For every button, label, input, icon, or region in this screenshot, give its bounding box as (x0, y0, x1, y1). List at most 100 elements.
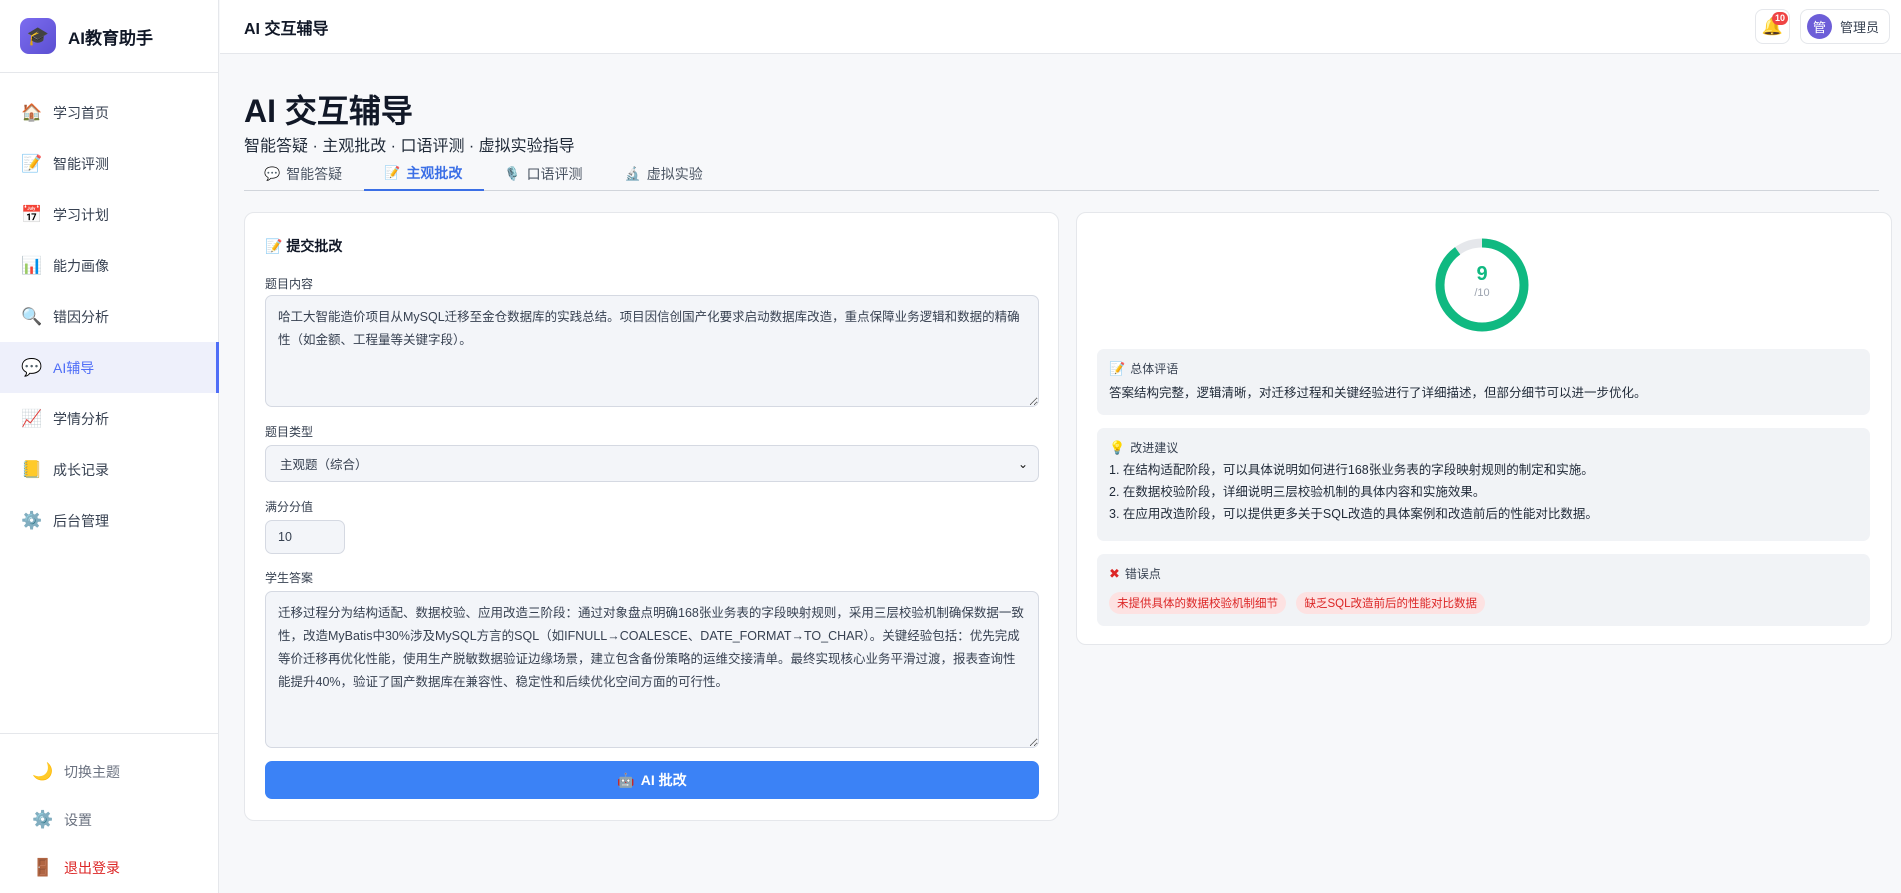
memo-icon: 📝 (384, 165, 401, 180)
toggle-theme-label: 切换主题 (64, 764, 120, 780)
memo-icon: 📝 (265, 238, 283, 254)
chat-bubble-icon: 💬 (21, 357, 43, 377)
brand[interactable]: 🎓 AI教育助手 (0, 0, 218, 73)
student-answer-textarea[interactable]: 迁移过程分为结构适配、数据校验、应用改造三阶段：通过对象盘点明确168张业务表的… (265, 591, 1039, 748)
tab-qa[interactable]: 💬 智能答疑 (244, 157, 364, 191)
microphone-icon: 🎙️ (504, 166, 521, 181)
errors-panel: ✖ 错误点 未提供具体的数据校验机制细节 缺乏SQL改造前后的性能对比数据 (1097, 554, 1870, 626)
score-max: /10 (1474, 287, 1490, 299)
page-title: AI 交互辅导 (244, 93, 413, 129)
tab-label: 虚拟实验 (646, 166, 703, 182)
error-tag: 未提供具体的数据校验机制细节 (1109, 592, 1286, 614)
score-value: 9 (1476, 263, 1488, 285)
question-textarea[interactable]: 哈工大智能造价项目从MySQL迁移至金仓数据库的实践总结。项目因信创国产化要求启… (265, 295, 1039, 407)
error-tag: 缺乏SQL改造前后的性能对比数据 (1296, 592, 1485, 614)
summary-text: 答案结构完整，逻辑清晰，对迁移过程和关键经验进行了详细描述，但部分细节可以进一步… (1109, 386, 1647, 400)
sidebar-item-error-analysis[interactable]: 🔍 错因分析 (0, 291, 218, 342)
bar-chart-icon: 📊 (21, 255, 43, 275)
select-value: 主观题（综合） (280, 458, 368, 472)
tab-oral-assessment[interactable]: 🎙️ 口语评测 (484, 157, 604, 191)
microscope-icon: 🔬 (624, 166, 641, 181)
sidebar-item-label: 智能评测 (53, 155, 109, 172)
lightbulb-icon: 💡 (1109, 439, 1126, 455)
tab-virtual-lab[interactable]: 🔬 虚拟实验 (605, 157, 725, 191)
sidebar-item-profile[interactable]: 📊 能力画像 (0, 240, 218, 291)
memo-icon: 📝 (1109, 360, 1126, 376)
robot-icon: 🤖 (617, 771, 635, 788)
sidebar-footer: 🌙 切换主题 ⚙️ 设置 🚪 退出登录 (0, 733, 219, 893)
memo-icon: 📝 (21, 153, 43, 173)
submit-grading-card: 📝 提交批改 题目内容 哈工大智能造价项目从MySQL迁移至金仓数据库的实践总结… (244, 212, 1059, 821)
line-chart-icon: 📈 (21, 408, 43, 428)
type-label: 题目类型 (265, 425, 314, 439)
suggestions-title: 💡 改进建议 (1109, 439, 1179, 456)
suggestions-list: 1. 在结构适配阶段，可以具体说明如何进行168张业务表的字段映射规则的制定和实… (1109, 459, 1598, 525)
question-label: 题目内容 (265, 277, 314, 291)
sidebar-item-label: 错因分析 (53, 308, 109, 325)
error-tags: 未提供具体的数据校验机制细节 缺乏SQL改造前后的性能对比数据 (1109, 592, 1491, 614)
summary-title: 📝 总体评语 (1109, 360, 1179, 377)
moon-icon: 🌙 (32, 762, 54, 781)
sidebar: 🎓 AI教育助手 🏠 学习首页 📝 智能评测 📅 学习计划 📊 能力画像 🔍 错… (0, 0, 219, 893)
sidebar-item-label: 能力画像 (53, 257, 109, 274)
gear-icon: ⚙️ (21, 510, 43, 530)
ai-grade-label: AI 批改 (640, 772, 687, 788)
tab-subjective-grading[interactable]: 📝 主观批改 (364, 157, 485, 191)
chevron-down-icon: ⌄ (1017, 456, 1028, 471)
sidebar-item-label: 学情分析 (53, 410, 109, 427)
sidebar-item-label: 学习计划 (53, 206, 109, 223)
page-subtitle: 智能答疑 · 主观批改 · 口语评测 · 虚拟实验指导 (244, 138, 575, 155)
toggle-theme-button[interactable]: 🌙 切换主题 (0, 748, 219, 796)
sidebar-item-home[interactable]: 🏠 学习首页 (0, 87, 218, 138)
sidebar-item-label: 成长记录 (53, 461, 109, 478)
grading-result-card: 9 /10 📝 总体评语 答案结构完整，逻辑清晰，对迁移过程和关键经验进行了详细… (1076, 212, 1892, 645)
sidebar-item-ai-tutor[interactable]: 💬 AI辅导 (0, 342, 219, 393)
suggestion-item: 2. 在数据校验阶段，详细说明三层校验机制的具体内容和实施效果。 (1109, 485, 1486, 499)
settings-button[interactable]: ⚙️ 设置 (0, 796, 219, 844)
tab-label: 主观批改 (406, 165, 463, 181)
sidebar-item-growth[interactable]: 📒 成长记录 (0, 444, 218, 495)
topbar: AI 交互辅导 🔔 10 管 管理员 (220, 0, 1901, 54)
notification-badge: 10 (1771, 12, 1788, 25)
notebook-icon: 📒 (21, 459, 43, 479)
settings-label: 设置 (64, 812, 92, 828)
suggestion-item: 1. 在结构适配阶段，可以具体说明如何进行168张业务表的字段映射规则的制定和实… (1109, 463, 1594, 477)
summary-panel: 📝 总体评语 答案结构完整，逻辑清晰，对迁移过程和关键经验进行了详细描述，但部分… (1097, 349, 1870, 415)
door-icon: 🚪 (32, 858, 54, 877)
question-type-select[interactable]: 主观题（综合） ⌄ (265, 445, 1039, 482)
sidebar-item-label: AI辅导 (53, 359, 95, 376)
answer-label: 学生答案 (265, 571, 314, 585)
tab-label: 智能答疑 (286, 166, 343, 182)
sidebar-item-label: 后台管理 (53, 512, 109, 529)
sidebar-item-assessment[interactable]: 📝 智能评测 (0, 138, 218, 189)
magnifier-icon: 🔍 (21, 306, 43, 326)
score-label: 满分分值 (265, 500, 314, 514)
sidebar-item-learning-analytics[interactable]: 📈 学情分析 (0, 393, 218, 444)
user-menu[interactable]: 管 管理员 (1800, 9, 1890, 44)
chat-bubble-icon: 💬 (264, 166, 281, 181)
avatar: 管 (1807, 14, 1832, 39)
full-score-input[interactable]: 10 (265, 520, 345, 554)
tab-bar: 💬 智能答疑 📝 主观批改 🎙️ 口语评测 🔬 虚拟实验 (244, 157, 1879, 191)
home-icon: 🏠 (21, 102, 43, 122)
sidebar-item-label: 学习首页 (53, 104, 109, 121)
graduation-cap-icon: 🎓 (20, 18, 56, 54)
sidebar-item-admin[interactable]: ⚙️ 后台管理 (0, 495, 218, 546)
suggestion-item: 3. 在应用改造阶段，可以提供更多关于SQL改造的具体案例和改造前后的性能对比数… (1109, 507, 1598, 521)
sidebar-nav: 🏠 学习首页 📝 智能评测 📅 学习计划 📊 能力画像 🔍 错因分析 💬 AI辅… (0, 73, 219, 546)
sidebar-item-plan[interactable]: 📅 学习计划 (0, 189, 218, 240)
topbar-title: AI 交互辅导 (244, 20, 329, 38)
cross-icon: ✖ (1109, 565, 1120, 581)
calendar-icon: 📅 (21, 204, 43, 224)
card-title: 📝 提交批改 (265, 238, 343, 254)
tab-label: 口语评测 (526, 166, 583, 182)
gear-icon: ⚙️ (32, 810, 54, 829)
user-name: 管理员 (1840, 20, 1880, 35)
logout-label: 退出登录 (64, 860, 120, 876)
ai-grade-button[interactable]: 🤖 AI 批改 (265, 761, 1039, 799)
logout-button[interactable]: 🚪 退出登录 (0, 844, 219, 892)
suggestions-panel: 💡 改进建议 1. 在结构适配阶段，可以具体说明如何进行168张业务表的字段映射… (1097, 428, 1870, 541)
errors-title: ✖ 错误点 (1109, 565, 1161, 582)
brand-name: AI教育助手 (68, 28, 153, 48)
notifications-button[interactable]: 🔔 10 (1755, 9, 1790, 44)
